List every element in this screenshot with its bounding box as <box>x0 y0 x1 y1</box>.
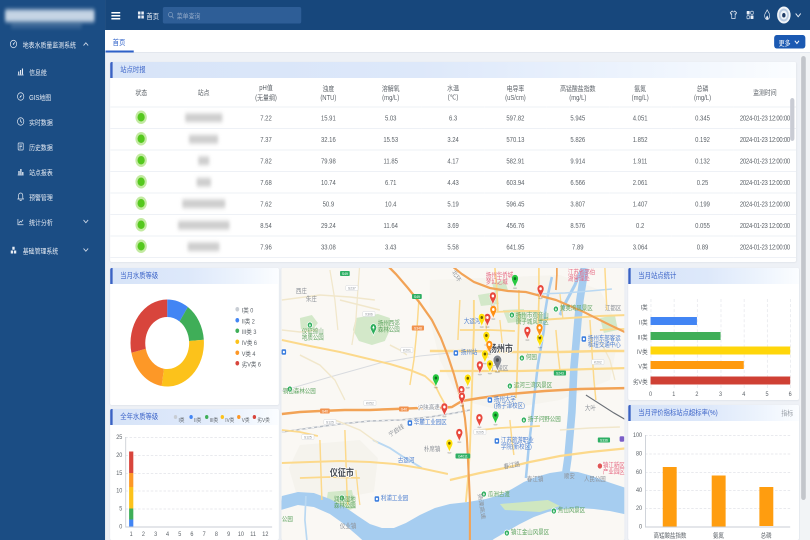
svg-text:人民公园: 人民公园 <box>584 476 606 484</box>
svg-text:扬子问野公园: 扬子问野公园 <box>528 415 561 424</box>
svg-text:西庄: 西庄 <box>296 287 307 296</box>
svg-text:公园: 公园 <box>282 516 293 524</box>
svg-text:铜山森林公园: 铜山森林公园 <box>283 387 316 396</box>
svg-text:黄奥湾风景区: 黄奥湾风景区 <box>560 304 593 313</box>
svg-text:扬州站: 扬州站 <box>461 348 477 357</box>
svg-text:X306: X306 <box>365 312 373 316</box>
svg-text:S243: S243 <box>556 371 564 375</box>
svg-text:镇江新区产业园区: 镇江新区产业园区 <box>603 461 624 476</box>
svg-text:朴席镇: 朴席镇 <box>424 445 440 454</box>
svg-text:大叶: 大叶 <box>585 404 596 413</box>
svg-text:运河三湾风景区: 运河三湾风景区 <box>514 381 552 390</box>
svg-text:春江镇: 春江镇 <box>527 475 543 484</box>
svg-text:利浦工业园: 利浦工业园 <box>381 494 408 503</box>
svg-text:扬州东部客运枢纽交通中心: 扬州东部客运枢纽交通中心 <box>588 334 621 349</box>
svg-text:G40: G40 <box>322 409 328 413</box>
svg-text:S49: S49 <box>414 295 420 299</box>
svg-text:S336: S336 <box>600 438 608 442</box>
svg-text:镇江金山风景区: 镇江金山风景区 <box>511 528 549 537</box>
svg-text:江都区: 江都区 <box>605 304 621 313</box>
svg-text:仪征市: 仪征市 <box>329 466 354 478</box>
svg-text:何园: 何园 <box>526 353 537 362</box>
svg-text:K202: K202 <box>594 360 602 364</box>
svg-text:大运河: 大运河 <box>464 317 480 326</box>
svg-text:S125: S125 <box>304 435 312 439</box>
svg-text:K052: K052 <box>366 401 374 405</box>
svg-text:S237: S237 <box>348 286 356 290</box>
svg-text:润扬湿地森林公园: 润扬湿地森林公园 <box>334 495 356 510</box>
svg-text:扬州西郊森林公园: 扬州西郊森林公园 <box>378 319 400 334</box>
svg-text:G40: G40 <box>401 407 407 411</box>
svg-text:G4011: G4011 <box>458 454 468 458</box>
svg-text:瓜洲古渡: 瓜洲古渡 <box>488 490 510 499</box>
svg-text:华麓工业园区: 华麓工业园区 <box>414 418 447 427</box>
svg-text:古运河: 古运河 <box>398 456 414 465</box>
svg-text:S125: S125 <box>326 420 334 424</box>
svg-text:S348: S348 <box>414 326 422 330</box>
svg-text:扬州市观音山唐子城风景区: 扬州市观音山唐子城风景区 <box>516 311 549 326</box>
svg-text:焦山风景区: 焦山风景区 <box>558 506 585 515</box>
svg-text:仪业镇: 仪业镇 <box>340 522 356 531</box>
svg-text:江苏旅游职业学院(新校区): 江苏旅游职业学院(新校区) <box>501 436 534 451</box>
svg-text:K201: K201 <box>403 348 411 352</box>
svg-text:顺安: 顺安 <box>564 472 575 481</box>
svg-text:仪征捺山地质公园: 仪征捺山地质公园 <box>302 327 324 342</box>
svg-text:S49: S49 <box>342 272 348 276</box>
svg-text:朱庄: 朱庄 <box>306 295 317 304</box>
svg-text:X205: X205 <box>476 430 484 434</box>
